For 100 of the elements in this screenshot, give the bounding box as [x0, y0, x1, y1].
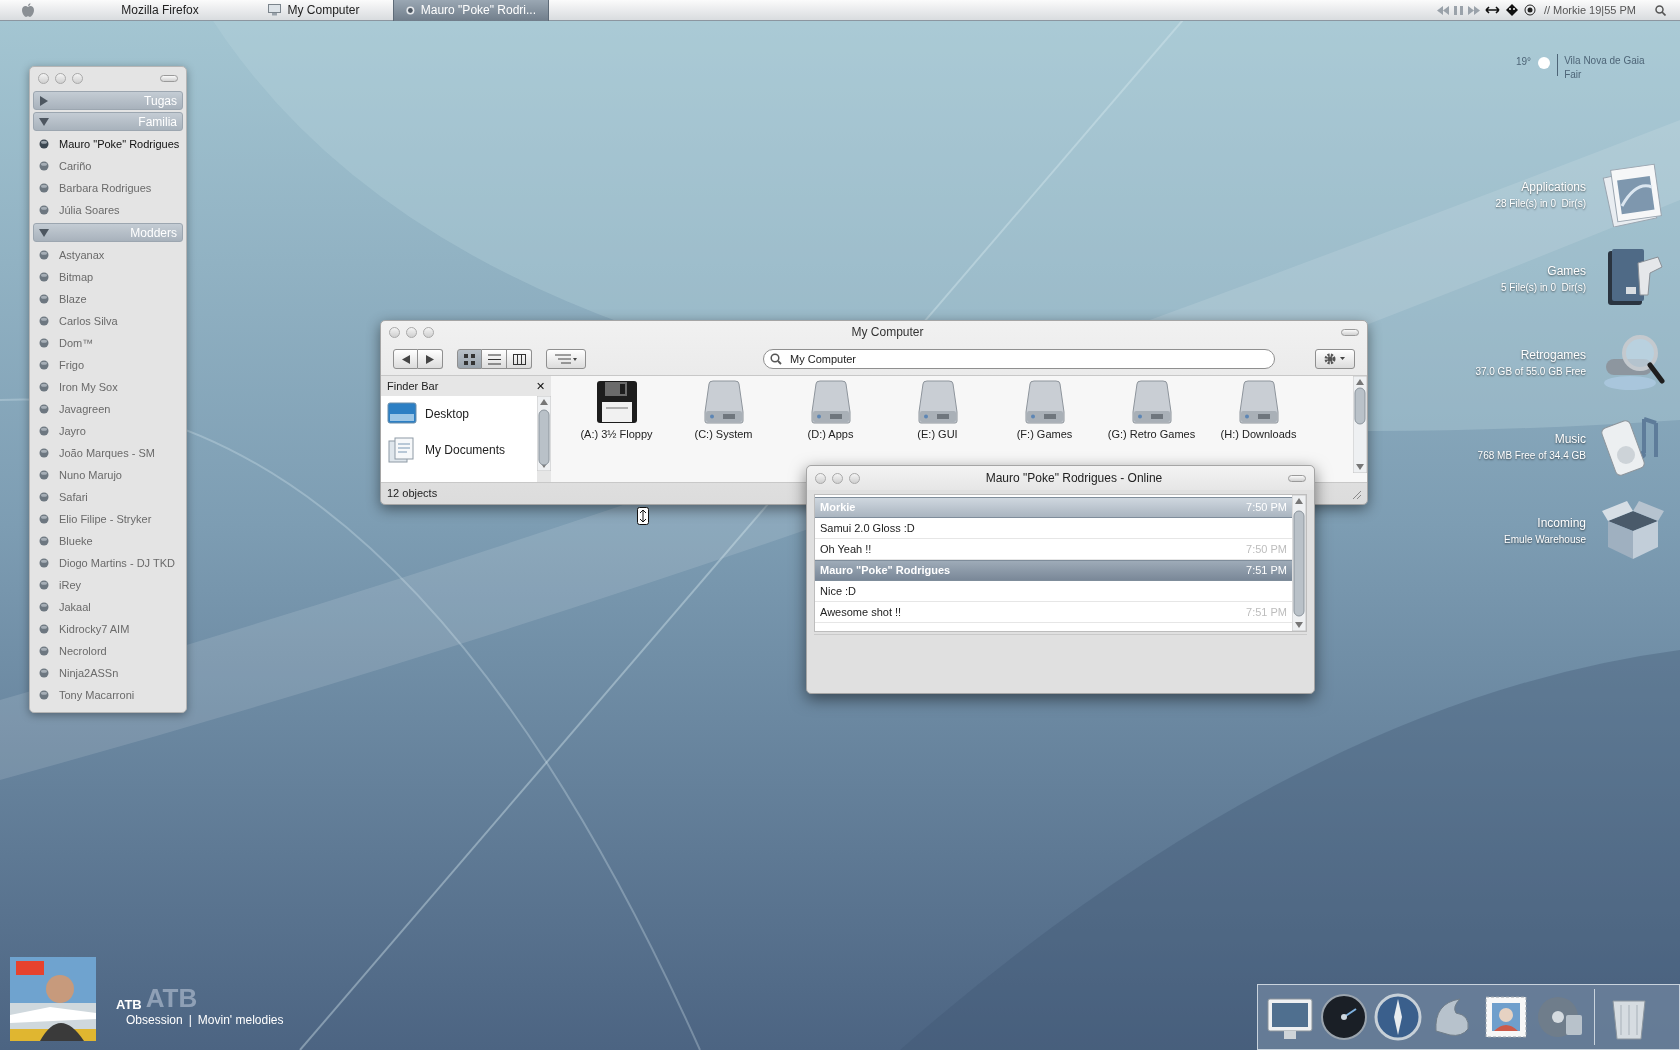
- status-dot-icon: [39, 514, 49, 524]
- taskbar-button[interactable]: My Computer: [239, 0, 389, 21]
- drive-label[interactable]: (C:) System: [694, 426, 753, 443]
- contact-item[interactable]: Diogo Martins - DJ TKD: [33, 552, 183, 574]
- contact-item[interactable]: João Marques - SM: [33, 442, 183, 464]
- contact-item[interactable]: Barbara Rodrigues: [33, 177, 183, 199]
- fast-forward-icon[interactable]: [1467, 5, 1480, 15]
- contact-item[interactable]: Javagreen: [33, 398, 183, 420]
- close-button[interactable]: [38, 72, 49, 84]
- drive-label[interactable]: (E:) GUI: [917, 426, 958, 443]
- taskbar-button[interactable]: Mozilla Firefox: [85, 0, 235, 21]
- sun-icon: [1537, 56, 1552, 70]
- desktop-item-detail: 37.0 GB of 55.0 GB Free: [1475, 364, 1586, 379]
- drive-label[interactable]: (F:) Games: [1016, 426, 1073, 443]
- contact-item[interactable]: iRey: [33, 574, 183, 596]
- contact-item[interactable]: Cariño: [33, 155, 183, 177]
- drive-label[interactable]: (H:) Downloads: [1220, 426, 1297, 443]
- zoom-button[interactable]: [72, 72, 83, 84]
- network-arrows-icon[interactable]: [1484, 5, 1500, 15]
- contact-item[interactable]: Blaze: [33, 288, 183, 310]
- status-dot-icon: [39, 382, 49, 392]
- sidebar-item[interactable]: My Documents: [381, 432, 537, 468]
- search-field[interactable]: My Computer: [763, 349, 1275, 369]
- rewind-icon[interactable]: [1436, 5, 1449, 15]
- contact-item[interactable]: Iron My Sox: [33, 376, 183, 398]
- contact-item[interactable]: Nuno Marujo: [33, 464, 183, 486]
- compass-icon[interactable]: [1372, 991, 1424, 1043]
- contact-item[interactable]: Astyanax: [33, 244, 183, 266]
- status-dot-icon: [39, 668, 49, 678]
- resize-grip-icon[interactable]: [1351, 488, 1361, 499]
- weather-condition: Fair: [1564, 68, 1583, 82]
- contact-item[interactable]: Elio Filipe - Stryker: [33, 508, 183, 530]
- zoom-button[interactable]: [423, 326, 434, 338]
- speedometer-icon[interactable]: [1318, 991, 1370, 1043]
- taskbar-button[interactable]: Mauro "Poke" Rodri...: [393, 0, 549, 21]
- drive-label[interactable]: (A:) 3½ Floppy: [580, 426, 653, 443]
- status-dot-icon: [39, 404, 49, 414]
- drive-label[interactable]: (G:) Retro Games: [1107, 426, 1196, 443]
- desktop-item-name[interactable]: Incoming: [1537, 513, 1586, 532]
- close-button[interactable]: [815, 472, 826, 484]
- toolbar-toggle-button[interactable]: [160, 74, 178, 82]
- scrollbar[interactable]: [1292, 495, 1306, 631]
- back-button[interactable]: [393, 349, 418, 369]
- hard-drive-icon: [916, 380, 959, 424]
- status-dot-icon: [39, 448, 49, 458]
- monitor-icon: [268, 4, 282, 16]
- zoom-button[interactable]: [849, 472, 860, 484]
- sun-icon[interactable]: [1523, 4, 1536, 16]
- toolbar-toggle-button[interactable]: [1341, 328, 1359, 336]
- status-dot-icon: [39, 360, 49, 370]
- scrollbar[interactable]: [537, 396, 551, 471]
- status-dot-icon: [39, 558, 49, 568]
- collapsed-triangle-icon: [39, 95, 49, 106]
- contact-item[interactable]: Ninja2ASSn: [33, 662, 183, 684]
- status-dot-icon: [39, 205, 49, 215]
- status-dot-icon: [39, 294, 49, 304]
- view-button[interactable]: [507, 349, 532, 369]
- contact-item[interactable]: Tony Macarroni: [33, 684, 183, 706]
- minimize-button[interactable]: [832, 472, 843, 484]
- view-button[interactable]: [482, 349, 507, 369]
- toolbar-toggle-button[interactable]: [1288, 474, 1306, 482]
- arrange-lines-icon: [555, 354, 577, 364]
- status-dot-icon: [39, 470, 49, 480]
- view-button[interactable]: [457, 349, 482, 369]
- contact-item[interactable]: Dom™: [33, 332, 183, 354]
- close-sidebar-button[interactable]: ✕: [536, 380, 545, 392]
- contact-item[interactable]: Mauro "Poke" Rodrigues: [33, 133, 183, 155]
- desktop-item-name[interactable]: Music: [1554, 429, 1586, 448]
- apple-icon[interactable]: [21, 2, 35, 18]
- sender-name: Morkie: [820, 500, 856, 516]
- status-dot-icon: [39, 338, 49, 348]
- contact-item[interactable]: Jayro: [33, 420, 183, 442]
- contact-item[interactable]: Frigo: [33, 354, 183, 376]
- contact-item[interactable]: Blueke: [33, 530, 183, 552]
- contact-item[interactable]: Necrolord: [33, 640, 183, 662]
- grid-view-icon: [464, 353, 475, 365]
- sidebar-item[interactable]: Desktop: [381, 396, 537, 432]
- minimize-button[interactable]: [406, 326, 417, 338]
- forward-button[interactable]: [418, 349, 443, 369]
- close-button[interactable]: [389, 326, 400, 338]
- minimize-button[interactable]: [55, 72, 66, 84]
- search-icon[interactable]: [1655, 4, 1666, 16]
- status-dot-icon: [39, 272, 49, 282]
- contact-item[interactable]: Safari: [33, 486, 183, 508]
- contact-item[interactable]: Júlia Soares: [33, 199, 183, 221]
- drive-label[interactable]: (D:) Apps: [807, 426, 854, 443]
- message-text: Oh Yeah !!: [820, 541, 872, 557]
- contact-item[interactable]: Jakaal: [33, 596, 183, 618]
- arrange-button[interactable]: [546, 349, 586, 369]
- status-dot-icon: [39, 316, 49, 326]
- pause-icon[interactable]: [1453, 5, 1463, 15]
- contact-item[interactable]: Carlos Silva: [33, 310, 183, 332]
- contact-item[interactable]: Kidrocky7 AIM: [33, 618, 183, 640]
- resize-cursor-icon: [637, 507, 649, 525]
- scrollbar[interactable]: [1353, 376, 1367, 473]
- status-dot-icon: [39, 580, 49, 590]
- status-dot-icon: [39, 426, 49, 436]
- status-dot-icon: [39, 602, 49, 612]
- action-menu-button[interactable]: [1315, 349, 1355, 369]
- contact-item[interactable]: Bitmap: [33, 266, 183, 288]
